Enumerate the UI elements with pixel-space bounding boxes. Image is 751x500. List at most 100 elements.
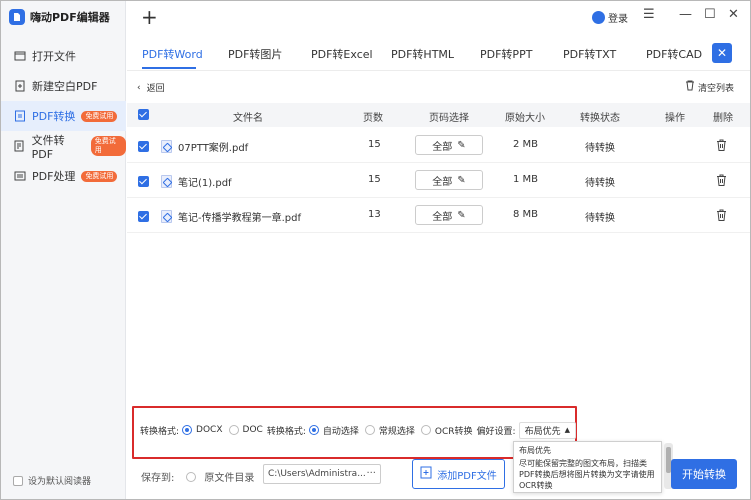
table-row[interactable]: 笔记-传播学教程第一章.pdf 13 全部 ✎ 8 MB 待转换: [127, 199, 750, 233]
sidebar-item-label: PDF转换: [32, 110, 76, 123]
original-size: 8 MB: [513, 209, 539, 220]
trash-icon: [685, 80, 695, 94]
clear-list-button[interactable]: 清空列表: [685, 80, 734, 94]
mode-ocr-label: OCR转换: [434, 426, 473, 437]
pdf-file-icon: [161, 140, 172, 153]
file-table-header: 文件名 页数 页码选择 原始大小 转换状态 操作 删除: [127, 103, 750, 127]
file-to-pdf-icon: [13, 140, 26, 153]
close-tabs-icon[interactable]: ✕: [712, 43, 732, 63]
add-pdf-label: 添加PDF文件: [437, 470, 497, 482]
free-trial-badge: 免费试用: [90, 136, 126, 156]
clear-list-label: 清空列表: [698, 83, 735, 94]
tab-pdf-to-html[interactable]: PDF转HTML: [391, 46, 454, 62]
new-tab-plus-icon[interactable]: +: [141, 7, 158, 27]
menu-icon[interactable]: ☰: [643, 7, 655, 22]
active-tab-underline: [142, 67, 196, 69]
row-checkbox[interactable]: [138, 211, 149, 222]
page-select-button[interactable]: 全部 ✎: [415, 170, 483, 190]
add-pdf-button[interactable]: 添加PDF文件: [412, 459, 505, 489]
header-action: 操作: [665, 113, 685, 124]
row-checkbox[interactable]: [138, 141, 149, 152]
mode-ocr-radio[interactable]: [420, 425, 431, 435]
login-button[interactable]: 登录: [592, 10, 628, 25]
header-delete: 删除: [713, 113, 733, 124]
minimize-icon[interactable]: —: [679, 7, 692, 22]
default-reader-option[interactable]: 设为默认阅读器: [13, 474, 91, 487]
free-trial-badge: 免费试用: [81, 110, 118, 122]
page-select-label: 全部: [432, 176, 453, 188]
format-docx-radio[interactable]: [182, 425, 193, 435]
new-file-icon: [13, 80, 26, 93]
delete-row-icon[interactable]: [716, 139, 727, 154]
back-label: 返回: [146, 84, 165, 94]
table-row[interactable]: 07PTT案例.pdf 15 全部 ✎ 2 MB 待转换: [127, 129, 750, 163]
mode-normal-radio[interactable]: [364, 425, 375, 435]
browse-path-icon[interactable]: ···: [366, 468, 376, 479]
table-row[interactable]: 笔记(1).pdf 15 全部 ✎ 1 MB 待转换: [127, 164, 750, 198]
format-doc-radio[interactable]: [228, 425, 239, 435]
page-select-button[interactable]: 全部 ✎: [415, 205, 483, 225]
maximize-icon[interactable]: ☐: [704, 7, 716, 22]
sidebar-item-file-to-pdf[interactable]: 文件转PDF 免费试用: [1, 131, 126, 161]
original-dir-radio[interactable]: [186, 471, 197, 482]
free-trial-badge: 免费试用: [81, 170, 118, 182]
edit-icon: ✎: [457, 209, 466, 221]
tab-pdf-to-image[interactable]: PDF转图片: [228, 46, 282, 62]
sidebar-item-label: 新建空白PDF: [32, 80, 98, 93]
delete-row-icon[interactable]: [716, 174, 727, 189]
format-docx-label: DOCX: [196, 425, 223, 435]
conversion-settings: 转换格式: DOCX DOC 转换格式: 自动选择 常规选择 OCR转换 偏好设…: [127, 419, 750, 441]
save-path-value: C:\Users\Administra...: [268, 469, 366, 479]
start-convert-button[interactable]: 开始转换: [671, 459, 737, 489]
row-checkbox[interactable]: [138, 176, 149, 187]
sidebar-item-pdf-convert[interactable]: PDF转换 免费试用: [1, 101, 126, 131]
select-all-checkbox[interactable]: [138, 109, 149, 120]
save-to-label: 保存到:: [141, 473, 175, 484]
edit-icon: ✎: [457, 139, 466, 151]
save-to-row: 保存到: 原文件目录: [141, 469, 278, 484]
close-window-icon[interactable]: ✕: [728, 7, 739, 22]
sidebar-item-label: PDF处理: [32, 170, 76, 183]
pref-label: 偏好设置:: [476, 426, 516, 437]
titlebar: + 登录 ☰ — ☐ ✕: [127, 1, 750, 34]
pref-select[interactable]: 布局优先 ▲: [518, 421, 576, 439]
pref-select-value: 布局优先: [524, 426, 561, 437]
convert-icon: [13, 110, 26, 123]
tab-pdf-to-excel[interactable]: PDF转Excel: [311, 46, 373, 62]
delete-row-icon[interactable]: [716, 209, 727, 224]
sidebar-nav: 打开文件 新建空白PDF PDF转换 免费试用 文件转PDF 免费试用 PDF处…: [1, 41, 126, 191]
page-count: 13: [368, 209, 381, 220]
app-logo-icon: [9, 9, 25, 25]
back-button[interactable]: ‹ 返回: [137, 81, 165, 95]
tab-pdf-to-txt[interactable]: PDF转TXT: [563, 46, 616, 62]
start-convert-label: 开始转换: [682, 468, 726, 481]
tab-pdf-to-cad[interactable]: PDF转CAD: [646, 46, 702, 62]
original-size: 2 MB: [513, 139, 539, 150]
header-original-size: 原始大小: [505, 113, 545, 124]
sidebar: 嗨动PDF编辑器 打开文件 新建空白PDF PDF转换 免费试用 文件转PDF …: [1, 1, 126, 499]
pdf-file-icon: [161, 175, 172, 188]
pref-option[interactable]: 布局优先: [519, 445, 656, 456]
tab-pdf-to-ppt[interactable]: PDF转PPT: [480, 46, 532, 62]
page-select-button[interactable]: 全部 ✎: [415, 135, 483, 155]
app-window: 嗨动PDF编辑器 打开文件 新建空白PDF PDF转换 免费试用 文件转PDF …: [0, 0, 751, 500]
sidebar-item-open-file[interactable]: 打开文件: [1, 41, 126, 71]
tab-pdf-to-word[interactable]: PDF转Word: [142, 46, 203, 62]
chevron-left-icon: ‹: [137, 82, 141, 93]
default-reader-checkbox[interactable]: [13, 475, 23, 486]
conversion-tabs: PDF转Word PDF转图片 PDF转Excel PDF转HTML PDF转P…: [127, 37, 750, 71]
user-icon: [592, 11, 605, 24]
file-name: 笔记-传播学教程第一章.pdf: [178, 213, 302, 224]
sidebar-item-pdf-process[interactable]: PDF处理 免费试用: [1, 161, 126, 191]
save-path-input[interactable]: C:\Users\Administra... ···: [263, 464, 381, 484]
app-logo-row: 嗨动PDF编辑器: [9, 9, 110, 25]
sidebar-item-new-blank-pdf[interactable]: 新建空白PDF: [1, 71, 126, 101]
login-label: 登录: [608, 14, 628, 25]
pdf-process-icon: [13, 170, 26, 183]
mode-auto-radio[interactable]: [308, 425, 319, 435]
bottom-bar: 保存到: 原文件目录 C:\Users\Administra... ··· 添加…: [127, 459, 750, 499]
default-reader-label: 设为默认阅读器: [28, 477, 92, 487]
mode-normal-label: 常规选择: [378, 426, 415, 437]
folder-icon: [13, 50, 26, 63]
header-page-select: 页码选择: [429, 113, 469, 124]
